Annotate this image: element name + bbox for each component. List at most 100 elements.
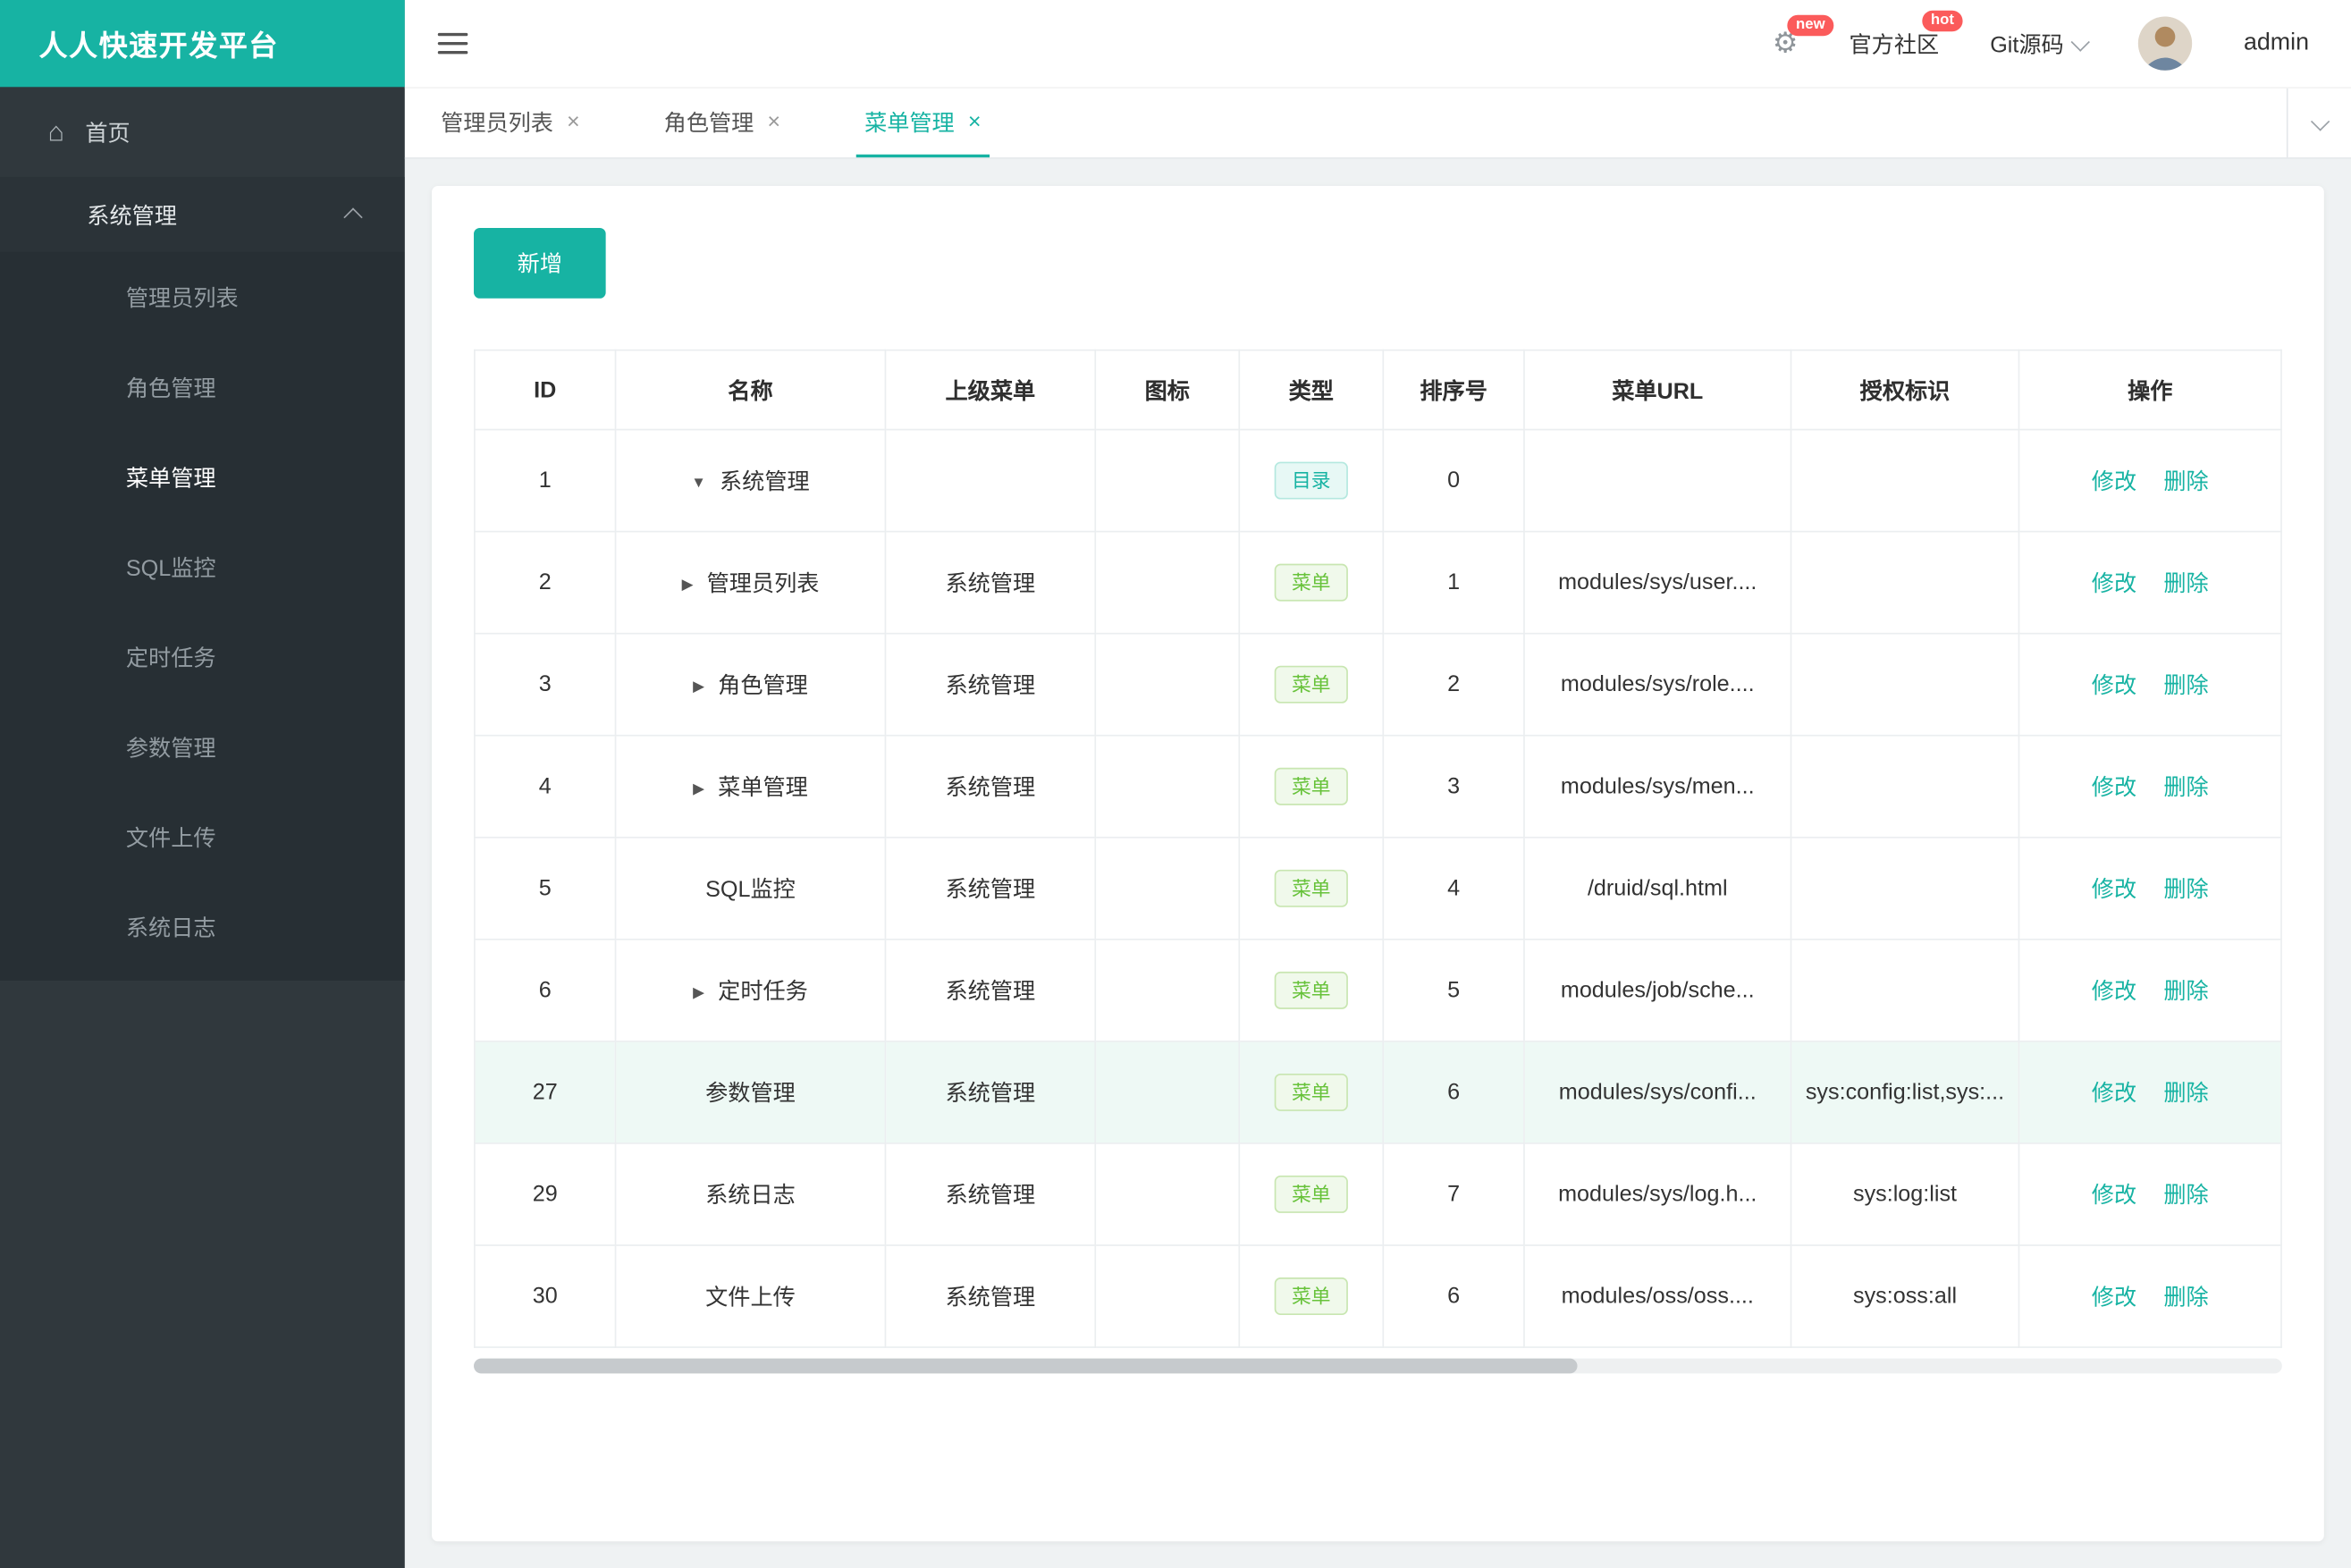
- table-row[interactable]: 29 系统日志 系统管理 菜单 7 modules/sys/log.h... sys:log…: [474, 1142, 2282, 1246]
- type-badge: 菜单: [1275, 1277, 1348, 1315]
- sidebar-item-菜单管理[interactable]: 菜单管理: [0, 432, 405, 522]
- edit-link[interactable]: 修改: [2092, 1285, 2136, 1311]
- tab-管理员列表[interactable]: 管理员列表 ×: [432, 89, 589, 157]
- content-card: 新增 ID 名称 上级菜单 图标 类型 排序号 菜单URL 授权标识 操作 1 ▼ 系统管理 目录 0 修…: [432, 185, 2324, 1542]
- sidebar-item-home[interactable]: ⌂ 首页: [0, 87, 405, 177]
- cell-icon: [1094, 1142, 1241, 1246]
- tab-菜单管理[interactable]: 菜单管理 ×: [855, 89, 990, 158]
- edit-link[interactable]: 修改: [2092, 979, 2136, 1005]
- cell-type: 菜单: [1238, 530, 1385, 635]
- cell-icon: [1094, 836, 1241, 940]
- table-row[interactable]: 4 ▶ 菜单管理 系统管理 菜单 3 modules/sys/men... 修改 删除: [474, 734, 2282, 839]
- edit-link[interactable]: 修改: [2092, 1183, 2136, 1209]
- expand-caret-icon[interactable]: ▶: [693, 679, 704, 695]
- cell-name: ▶ 定时任务: [614, 938, 887, 1042]
- cell-type: 目录: [1238, 428, 1385, 533]
- tab-dropdown-button[interactable]: [2286, 88, 2351, 158]
- cell-icon: [1094, 1244, 1241, 1348]
- cell-menu-url: [1523, 428, 1792, 533]
- cell-permissions: [1790, 428, 2020, 533]
- cell-menu-url: modules/sys/role....: [1523, 632, 1792, 737]
- cell-type: 菜单: [1238, 632, 1385, 737]
- delete-link[interactable]: 删除: [2163, 1285, 2208, 1311]
- git-source-label: Git源码: [1990, 32, 2064, 58]
- cell-icon: [1094, 938, 1241, 1042]
- cell-order: 4: [1382, 836, 1525, 940]
- cell-menu-url: modules/sys/user....: [1523, 530, 1792, 635]
- table-row[interactable]: 27 参数管理 系统管理 菜单 6 modules/sys/confi... sys:con…: [474, 1041, 2282, 1144]
- cell-order: 7: [1382, 1142, 1525, 1246]
- delete-link[interactable]: 删除: [2163, 775, 2208, 801]
- cell-id: 4: [474, 734, 617, 839]
- type-badge: 目录: [1275, 461, 1348, 500]
- sidebar-item-角色管理[interactable]: 角色管理: [0, 341, 405, 432]
- table-row[interactable]: 1 ▼ 系统管理 目录 0 修改 删除: [474, 428, 2282, 533]
- cell-parent-menu: 系统管理: [884, 632, 1097, 737]
- column-header: 图标: [1094, 349, 1241, 431]
- sidebar-item-管理员列表[interactable]: 管理员列表: [0, 252, 405, 342]
- expand-caret-icon[interactable]: ▶: [693, 781, 704, 797]
- sidebar-item-文件上传[interactable]: 文件上传: [0, 792, 405, 882]
- sidebar-item-SQL监控[interactable]: SQL监控: [0, 522, 405, 612]
- delete-link[interactable]: 删除: [2163, 877, 2208, 903]
- table-row[interactable]: 30 文件上传 系统管理 菜单 6 modules/oss/oss.... sys:oss:…: [474, 1244, 2282, 1348]
- table-row[interactable]: 3 ▶ 角色管理 系统管理 菜单 2 modules/sys/role.... 修改 删除: [474, 632, 2282, 737]
- settings-button[interactable]: ⚙ new: [1773, 13, 1834, 58]
- username[interactable]: admin: [2244, 30, 2309, 57]
- table-row[interactable]: 5 SQL监控 系统管理 菜单 4/druid/sql.html 修改 删除: [474, 836, 2282, 940]
- tab-角色管理[interactable]: 角色管理 ×: [655, 89, 790, 157]
- top-header: ⚙ new 官方社区 hot Git源码 admin: [404, 0, 2351, 89]
- community-label: 官方社区: [1849, 32, 1940, 58]
- menu-toggle-button[interactable]: [432, 24, 474, 63]
- edit-link[interactable]: 修改: [2092, 775, 2136, 801]
- cell-actions: 修改 删除: [2018, 428, 2282, 533]
- cell-actions: 修改 删除: [2018, 632, 2282, 737]
- sidebar-item-定时任务[interactable]: 定时任务: [0, 611, 405, 702]
- sidebar-item-系统日志[interactable]: 系统日志: [0, 881, 405, 972]
- delete-link[interactable]: 删除: [2163, 469, 2208, 495]
- add-button[interactable]: 新增: [474, 227, 606, 299]
- delete-link[interactable]: 删除: [2163, 1183, 2208, 1209]
- delete-link[interactable]: 删除: [2163, 979, 2208, 1005]
- horizontal-scrollbar[interactable]: [474, 1358, 2282, 1374]
- close-icon[interactable]: ×: [968, 109, 982, 135]
- git-source-dropdown[interactable]: Git源码: [1990, 28, 2091, 59]
- expand-caret-icon[interactable]: ▶: [682, 577, 694, 594]
- edit-link[interactable]: 修改: [2092, 673, 2136, 699]
- delete-link[interactable]: 删除: [2163, 673, 2208, 699]
- content-area: 新增 ID 名称 上级菜单 图标 类型 排序号 菜单URL 授权标识 操作 1 ▼ 系统管理 目录 0 修…: [404, 158, 2351, 1568]
- cell-menu-url: modules/sys/men...: [1523, 734, 1792, 839]
- edit-link[interactable]: 修改: [2092, 469, 2136, 495]
- sidebar-item-参数管理[interactable]: 参数管理: [0, 702, 405, 792]
- horizontal-scrollbar-thumb[interactable]: [474, 1358, 1577, 1374]
- column-header: 菜单URL: [1523, 349, 1792, 431]
- edit-link[interactable]: 修改: [2092, 877, 2136, 903]
- avatar[interactable]: [2138, 16, 2193, 71]
- cell-permissions: [1790, 530, 2020, 635]
- community-link[interactable]: 官方社区 hot: [1849, 9, 1964, 59]
- column-header: 名称: [614, 349, 887, 431]
- menu-name: 系统管理: [719, 468, 810, 495]
- edit-link[interactable]: 修改: [2092, 571, 2136, 597]
- delete-link[interactable]: 删除: [2163, 1081, 2208, 1107]
- cell-name: 系统日志: [614, 1142, 887, 1246]
- cell-parent-menu: 系统管理: [884, 734, 1097, 839]
- cell-actions: 修改 删除: [2018, 938, 2282, 1042]
- cell-menu-url: modules/oss/oss....: [1523, 1244, 1792, 1348]
- sidebar-group-system-management[interactable]: 系统管理: [0, 176, 405, 252]
- cell-permissions: [1790, 632, 2020, 737]
- cell-actions: 修改 删除: [2018, 1244, 2282, 1348]
- edit-link[interactable]: 修改: [2092, 1081, 2136, 1107]
- cell-permissions: sys:config:list,sys:...: [1790, 1041, 2020, 1144]
- cell-menu-url: /druid/sql.html: [1523, 836, 1792, 940]
- table-row[interactable]: 6 ▶ 定时任务 系统管理 菜单 5 modules/job/sche... 修改 删除: [474, 938, 2282, 1042]
- close-icon[interactable]: ×: [567, 109, 580, 135]
- header-right: ⚙ new 官方社区 hot Git源码 admin: [1773, 9, 2309, 71]
- expand-caret-icon[interactable]: ▼: [691, 476, 706, 492]
- expand-caret-icon[interactable]: ▶: [693, 985, 704, 1001]
- close-icon[interactable]: ×: [767, 109, 780, 135]
- cell-id: 29: [474, 1142, 617, 1246]
- delete-link[interactable]: 删除: [2163, 571, 2208, 597]
- cell-order: 2: [1382, 632, 1525, 737]
- table-row[interactable]: 2 ▶ 管理员列表 系统管理 菜单 1 modules/sys/user.... 修改 删除: [474, 530, 2282, 635]
